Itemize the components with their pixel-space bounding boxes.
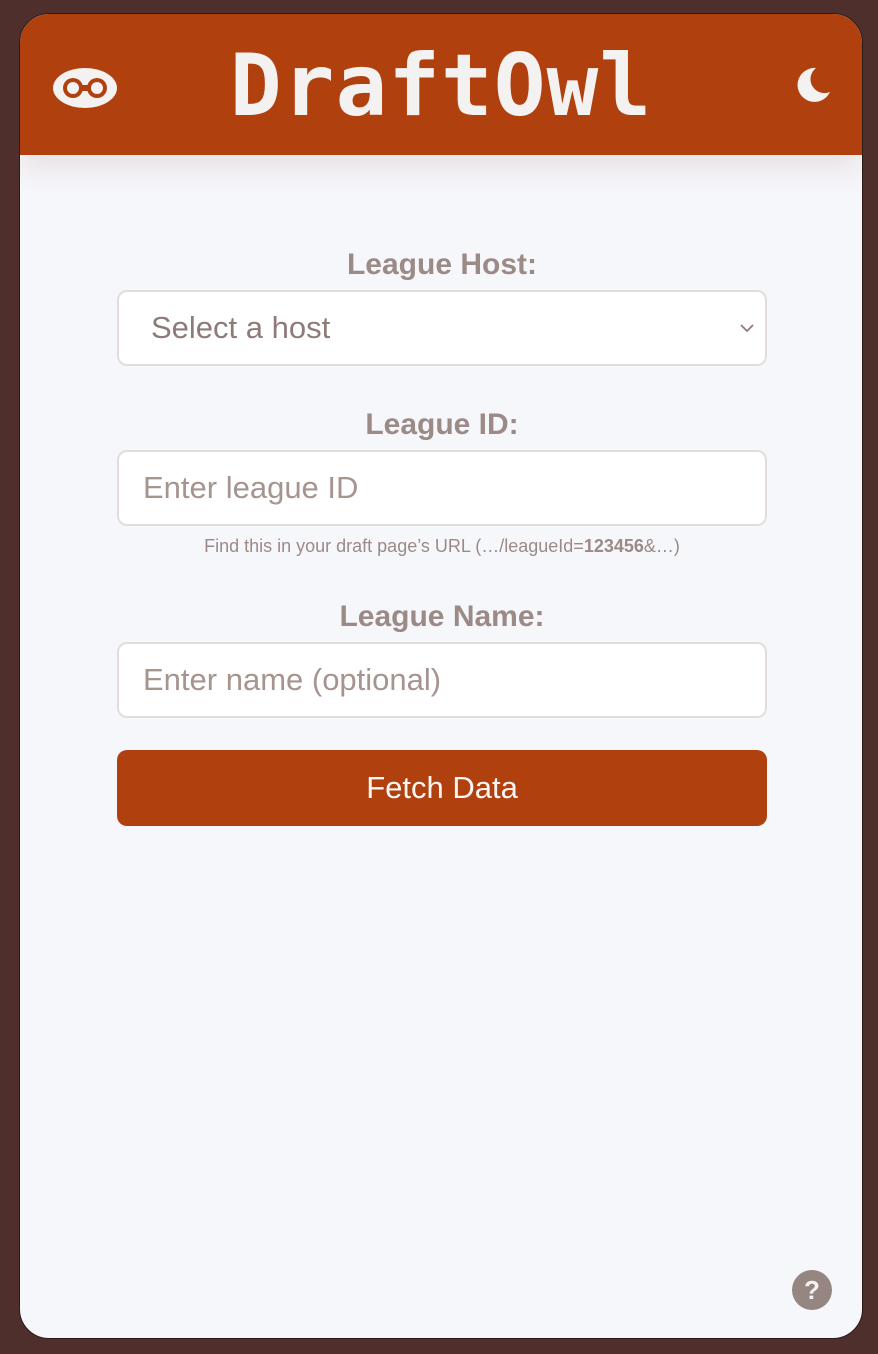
league-id-input[interactable] xyxy=(119,452,765,524)
app-header: DraftOwl xyxy=(20,14,862,155)
league-id-field-wrapper xyxy=(117,450,767,526)
league-id-label: League ID: xyxy=(365,408,519,441)
league-form: League Host: Select a host League ID: Fi… xyxy=(117,246,767,826)
help-icon[interactable]: ? xyxy=(792,1270,832,1310)
league-id-hint-example: 123456 xyxy=(583,536,644,556)
chevron-down-icon xyxy=(740,324,754,333)
league-id-hint-prefix: Find this in your draft page’s URL (…/le… xyxy=(204,536,584,556)
app-title: DraftOwl xyxy=(229,36,653,136)
league-id-hint: Find this in your draft page’s URL (…/le… xyxy=(117,534,767,558)
league-name-field-wrapper xyxy=(117,642,767,718)
league-host-label: League Host: xyxy=(346,248,538,281)
league-id-hint-suffix: &…) xyxy=(643,536,680,556)
app-window: DraftOwl League Host: Select a host Leag… xyxy=(19,13,863,1339)
league-host-select[interactable]: Select a host xyxy=(117,290,767,366)
fetch-data-button[interactable]: Fetch Data xyxy=(117,750,767,826)
moon-icon[interactable] xyxy=(794,66,832,104)
league-name-label: League Name: xyxy=(339,600,545,633)
league-name-input[interactable] xyxy=(119,644,765,716)
league-host-selected-value: Select a host xyxy=(151,310,331,345)
